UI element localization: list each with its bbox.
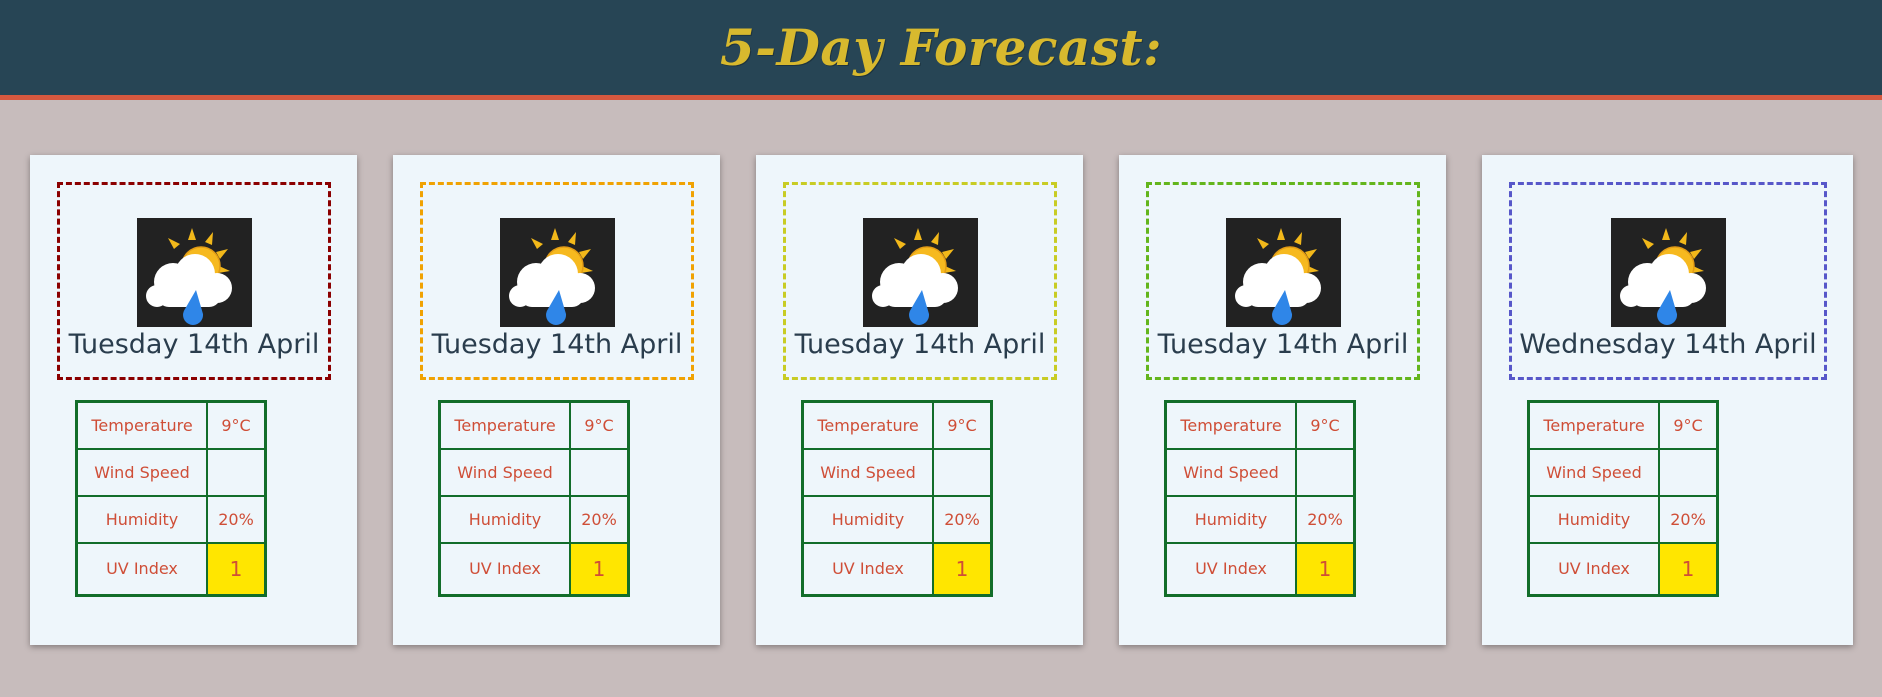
day-header-box: Tuesday 14th April	[783, 182, 1057, 380]
humidity-label: Humidity	[1164, 494, 1297, 544]
wind-speed-value	[932, 447, 993, 497]
uv-index-value: 1	[1658, 541, 1719, 597]
partly-cloudy-rain-icon	[500, 218, 615, 327]
forecast-card: Tuesday 14th April Temperature 9°C Wind …	[756, 155, 1083, 645]
forecast-date: Wednesday 14th April	[1519, 329, 1817, 360]
forecast-card: Tuesday 14th April Temperature 9°C Wind …	[30, 155, 357, 645]
uv-index-value: 1	[932, 541, 993, 597]
humidity-label: Humidity	[75, 494, 208, 544]
uv-index-value: 1	[569, 541, 630, 597]
weather-stats-table: Temperature 9°C Wind Speed Humidity 20% …	[1527, 400, 1719, 597]
weather-stats-table: Temperature 9°C Wind Speed Humidity 20% …	[1164, 400, 1356, 597]
temperature-label: Temperature	[801, 400, 934, 450]
table-row: Temperature 9°C	[1164, 400, 1356, 450]
partly-cloudy-rain-icon	[1611, 218, 1726, 327]
humidity-label: Humidity	[438, 494, 571, 544]
weather-stats-table: Temperature 9°C Wind Speed Humidity 20% …	[438, 400, 630, 597]
forecast-date: Tuesday 14th April	[68, 329, 320, 360]
weather-stats-table: Temperature 9°C Wind Speed Humidity 20% …	[801, 400, 993, 597]
uv-index-label: UV Index	[1164, 541, 1297, 597]
wind-speed-value	[1295, 447, 1356, 497]
wind-speed-label: Wind Speed	[801, 447, 934, 497]
table-row: Temperature 9°C	[1527, 400, 1719, 450]
table-row: UV Index 1	[801, 541, 993, 597]
table-row: Wind Speed	[75, 447, 267, 497]
temperature-label: Temperature	[75, 400, 208, 450]
wind-speed-label: Wind Speed	[75, 447, 208, 497]
uv-index-label: UV Index	[801, 541, 934, 597]
wind-speed-label: Wind Speed	[1527, 447, 1660, 497]
temperature-value: 9°C	[1658, 400, 1719, 450]
humidity-label: Humidity	[801, 494, 934, 544]
day-header-box: Tuesday 14th April	[57, 182, 331, 380]
humidity-value: 20%	[569, 494, 630, 544]
table-row: UV Index 1	[1164, 541, 1356, 597]
table-row: Humidity 20%	[438, 494, 630, 544]
wind-speed-value	[206, 447, 267, 497]
wind-speed-value	[569, 447, 630, 497]
day-header-box: Tuesday 14th April	[420, 182, 694, 380]
humidity-value: 20%	[1658, 494, 1719, 544]
table-row: Wind Speed	[1164, 447, 1356, 497]
table-row: Humidity 20%	[801, 494, 993, 544]
day-header-box: Wednesday 14th April	[1509, 182, 1827, 380]
uv-index-label: UV Index	[1527, 541, 1660, 597]
forecast-date: Tuesday 14th April	[1157, 329, 1409, 360]
wind-speed-value	[1658, 447, 1719, 497]
forecast-date: Tuesday 14th April	[794, 329, 1046, 360]
uv-index-value: 1	[206, 541, 267, 597]
table-row: UV Index 1	[75, 541, 267, 597]
partly-cloudy-rain-icon	[1226, 218, 1341, 327]
temperature-label: Temperature	[1164, 400, 1297, 450]
table-row: Temperature 9°C	[75, 400, 267, 450]
humidity-label: Humidity	[1527, 494, 1660, 544]
table-row: Humidity 20%	[1164, 494, 1356, 544]
uv-index-label: UV Index	[438, 541, 571, 597]
day-header-box: Tuesday 14th April	[1146, 182, 1420, 380]
wind-speed-label: Wind Speed	[438, 447, 571, 497]
temperature-value: 9°C	[1295, 400, 1356, 450]
humidity-value: 20%	[932, 494, 993, 544]
table-row: Wind Speed	[438, 447, 630, 497]
partly-cloudy-rain-icon	[863, 218, 978, 327]
table-row: Temperature 9°C	[801, 400, 993, 450]
temperature-label: Temperature	[438, 400, 571, 450]
forecast-date: Tuesday 14th April	[431, 329, 683, 360]
table-row: UV Index 1	[438, 541, 630, 597]
temperature-value: 9°C	[569, 400, 630, 450]
table-row: UV Index 1	[1527, 541, 1719, 597]
temperature-label: Temperature	[1527, 400, 1660, 450]
forecast-card: Tuesday 14th April Temperature 9°C Wind …	[393, 155, 720, 645]
page-title: 5-Day Forecast:	[719, 18, 1163, 77]
uv-index-value: 1	[1295, 541, 1356, 597]
partly-cloudy-rain-icon	[137, 218, 252, 327]
wind-speed-label: Wind Speed	[1164, 447, 1297, 497]
table-row: Wind Speed	[1527, 447, 1719, 497]
humidity-value: 20%	[206, 494, 267, 544]
temperature-value: 9°C	[932, 400, 993, 450]
humidity-value: 20%	[1295, 494, 1356, 544]
forecast-card: Tuesday 14th April Temperature 9°C Wind …	[1119, 155, 1446, 645]
table-row: Humidity 20%	[75, 494, 267, 544]
temperature-value: 9°C	[206, 400, 267, 450]
table-row: Humidity 20%	[1527, 494, 1719, 544]
forecast-card: Wednesday 14th April Temperature 9°C Win…	[1482, 155, 1853, 645]
weather-stats-table: Temperature 9°C Wind Speed Humidity 20% …	[75, 400, 267, 597]
table-row: Wind Speed	[801, 447, 993, 497]
uv-index-label: UV Index	[75, 541, 208, 597]
table-row: Temperature 9°C	[438, 400, 630, 450]
page-header: 5-Day Forecast:	[0, 0, 1882, 100]
